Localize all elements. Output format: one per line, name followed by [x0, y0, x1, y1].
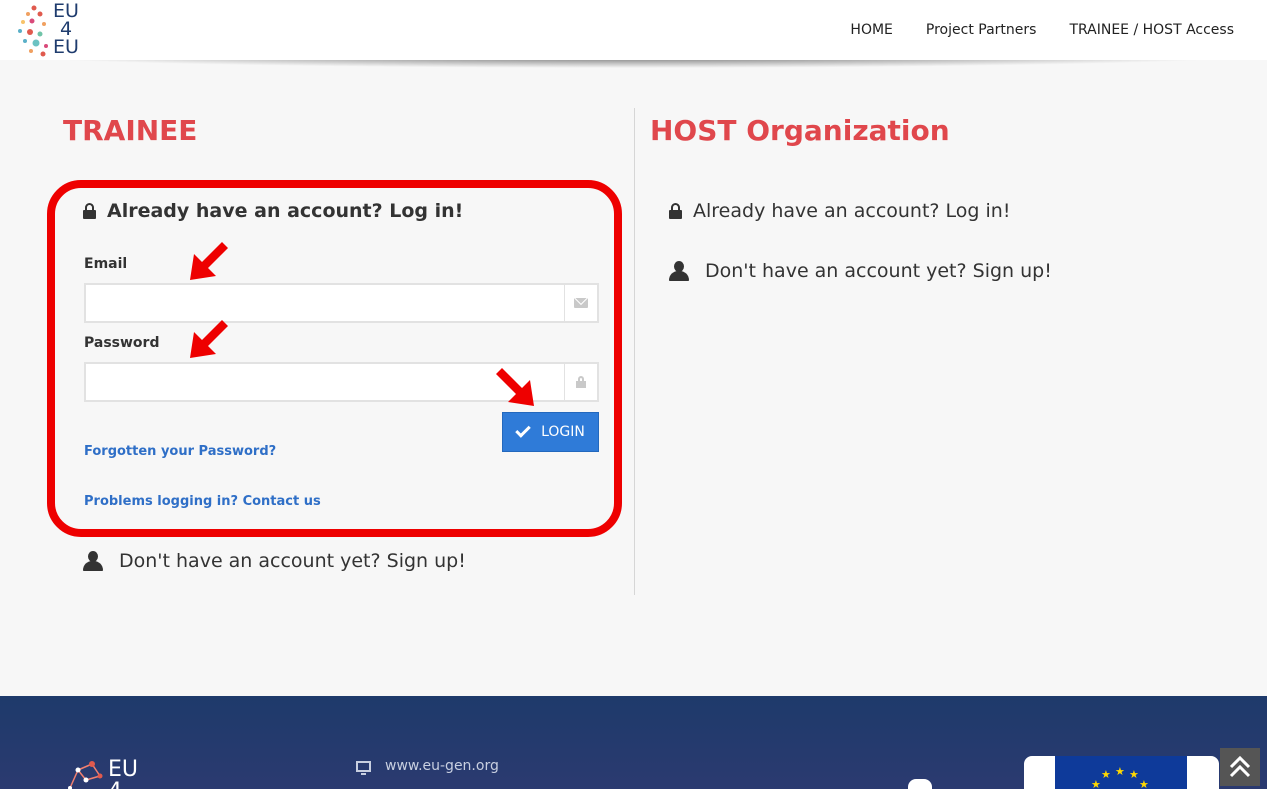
highlight-box — [47, 180, 622, 537]
lock-icon — [669, 203, 682, 219]
footer-website-link[interactable]: www.eu-gen.org — [356, 758, 499, 775]
user-icon — [669, 261, 689, 281]
contact-us-link[interactable]: Problems logging in? Contact us — [84, 494, 321, 509]
site-header: EU 4 EU HOME Project Partners TRAINEE / … — [0, 0, 1267, 60]
email-label: Email — [84, 256, 128, 272]
red-arrow-icon — [496, 368, 534, 406]
email-field-wrapper — [84, 283, 599, 323]
nav-trainee-host-access[interactable]: TRAINEE / HOST Access — [1069, 22, 1234, 38]
nav-home[interactable]: HOME — [850, 22, 892, 38]
footer-logo-text: EU 4 — [108, 757, 139, 789]
lock-icon — [83, 203, 96, 219]
host-signup-link[interactable]: Don't have an account yet? Sign up! — [669, 260, 1052, 282]
monitor-icon — [356, 760, 371, 775]
host-login-link[interactable]: Already have an account? Log in! — [669, 200, 1010, 222]
eu-flag-icon: ★ ★ ★ ★ ★ — [1055, 756, 1187, 789]
column-divider — [634, 108, 635, 595]
login-button-label: LOGIN — [541, 424, 585, 440]
red-arrow-icon — [190, 242, 228, 280]
trainee-signup-text: Don't have an account yet? Sign up! — [119, 550, 466, 572]
trainee-login-heading-text: Already have an account? Log in! — [107, 200, 464, 222]
forgot-password-link[interactable]: Forgotten your Password? — [84, 444, 276, 459]
footer-website-text: www.eu-gen.org — [385, 758, 499, 774]
map-icon — [908, 779, 932, 789]
double-chevron-up-icon — [1229, 755, 1251, 778]
password-addon — [564, 364, 597, 400]
trainee-signup-link[interactable]: Don't have an account yet? Sign up! — [83, 550, 466, 572]
scroll-to-top-button[interactable] — [1220, 748, 1260, 786]
email-addon — [564, 285, 597, 321]
logo-text: EU 4 EU — [53, 0, 79, 58]
host-signup-text: Don't have an account yet? Sign up! — [705, 260, 1052, 282]
host-title: HOST Organization — [650, 114, 950, 147]
envelope-icon — [574, 298, 588, 308]
red-arrow-icon — [190, 320, 228, 358]
check-icon — [515, 422, 531, 438]
lock-icon — [576, 376, 586, 388]
trainee-login-heading: Already have an account? Log in! — [83, 200, 463, 222]
email-input[interactable] — [86, 285, 566, 321]
login-button[interactable]: LOGIN — [502, 412, 599, 452]
password-label: Password — [84, 335, 160, 351]
main-nav: HOME Project Partners TRAINEE / HOST Acc… — [817, 0, 1234, 60]
nav-project-partners[interactable]: Project Partners — [926, 22, 1037, 38]
host-login-text: Already have an account? Log in! — [693, 200, 1011, 222]
trainee-title: TRAINEE — [63, 114, 198, 147]
user-icon — [83, 551, 103, 571]
eu4eu-logo[interactable]: EU 4 EU — [16, 2, 86, 58]
